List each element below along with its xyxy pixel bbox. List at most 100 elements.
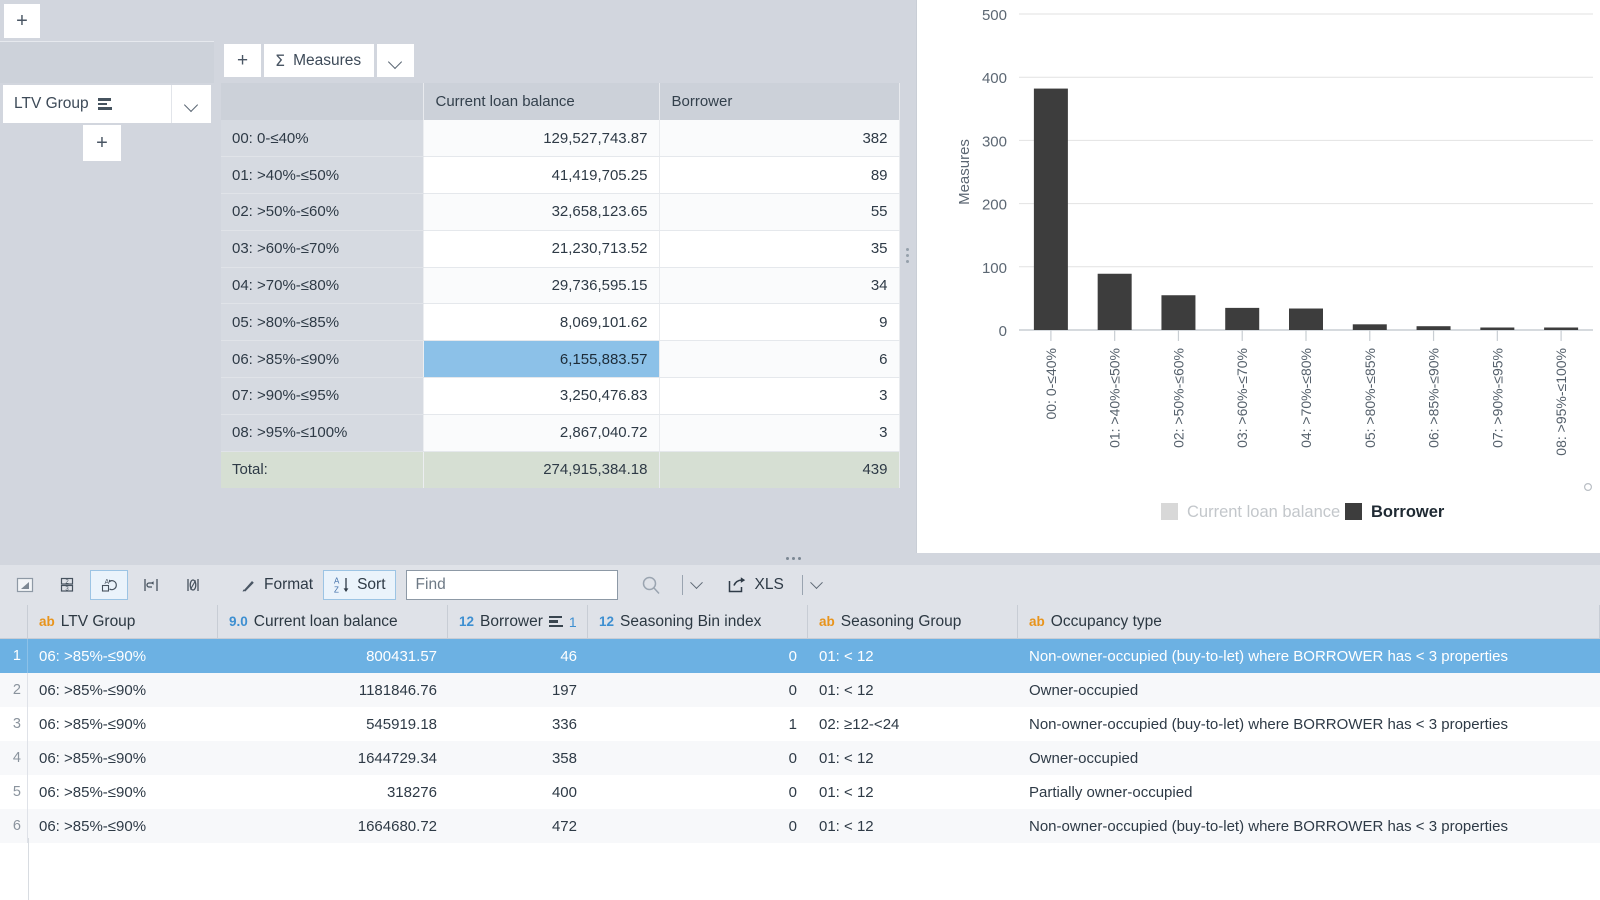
cell-ltv[interactable]: 06: >85%-≤90% — [28, 741, 218, 775]
add-measure-button[interactable]: + — [224, 44, 261, 77]
cell-balance[interactable]: 318276 — [218, 775, 448, 809]
pivot-cell-borrower[interactable]: 89 — [659, 156, 900, 195]
vertical-splitter[interactable] — [900, 0, 916, 553]
cell-occupancy[interactable]: Non-owner-occupied (buy-to-let) where BO… — [1018, 809, 1600, 843]
xls-export-button[interactable]: XLS — [717, 570, 794, 600]
chart-bar[interactable] — [1033, 88, 1068, 331]
measures-chevron-down-icon[interactable] — [377, 44, 415, 77]
replace-icon[interactable]: A — [90, 570, 128, 600]
pivot-row[interactable]: 05: >80%-≤85% 8,069,101.62 9 — [221, 303, 900, 342]
wrap-text-icon[interactable] — [132, 570, 170, 600]
cell-season_group[interactable]: 01: < 12 — [808, 775, 1018, 809]
table-row[interactable]: 5 06: >85%-≤90% 318276 400 0 01: < 12 Partiall… — [0, 775, 1600, 809]
grid-header-seasoning-bin-index[interactable]: 12 Seasoning Bin index — [588, 605, 808, 639]
row-number[interactable]: 6 — [0, 809, 28, 843]
row-number[interactable]: 4 — [0, 741, 28, 775]
cell-season_idx[interactable]: 0 — [588, 741, 808, 775]
pivot-cell-balance[interactable]: 41,419,705.25 — [423, 156, 660, 195]
grid-header-seasoning-group[interactable]: ab Seasoning Group — [808, 605, 1018, 639]
pivot-cell-balance[interactable]: 3,250,476.83 — [423, 377, 660, 415]
cell-season_group[interactable]: 01: < 12 — [808, 741, 1018, 775]
pivot-row-header[interactable]: 04: >70%-≤80% — [221, 267, 424, 305]
pivot-cell-borrower[interactable]: 35 — [659, 230, 900, 268]
cell-season_idx[interactable]: 0 — [588, 673, 808, 707]
cell-balance[interactable]: 800431.57 — [218, 639, 448, 673]
table-row[interactable]: 3 06: >85%-≤90% 545919.18 336 1 02: ≥12-<24 No… — [0, 707, 1600, 741]
pivot-row[interactable]: 02: >50%-≤60% 32,658,123.65 55 — [221, 193, 900, 231]
pivot-row[interactable]: 03: >60%-≤70% 21,230,713.52 35 — [221, 230, 900, 268]
pivot-row[interactable]: 00: 0-≤40% 129,527,743.87 382 — [221, 120, 900, 158]
row-number[interactable]: 3 — [0, 707, 28, 741]
row-number[interactable]: 2 — [0, 673, 28, 707]
grid-header-ltv-group[interactable]: ab LTV Group — [28, 605, 218, 639]
fraction-icon[interactable]: 23 — [48, 570, 86, 600]
cell-season_idx[interactable]: 0 — [588, 775, 808, 809]
pivot-cell-balance[interactable]: 6,155,883.57 — [423, 340, 660, 379]
chart-legend-label[interactable]: Borrower — [1371, 503, 1445, 521]
bar-chart[interactable]: 0 100 200 300 400 500 Measures 00: 0-≤40% 01: >4… — [917, 0, 1600, 553]
format-button[interactable]: Format — [230, 570, 323, 600]
cell-borrower[interactable]: 336 — [448, 707, 588, 741]
pivot-row-header[interactable]: 03: >60%-≤70% — [221, 230, 424, 268]
cell-occupancy[interactable]: Partially owner-occupied — [1018, 775, 1600, 809]
find-input[interactable] — [405, 570, 618, 600]
chart-bar[interactable] — [1352, 324, 1387, 330]
pivot-cell-borrower[interactable]: 9 — [659, 303, 900, 342]
cell-season_group[interactable]: 01: < 12 — [808, 809, 1018, 843]
cell-ltv[interactable]: 06: >85%-≤90% — [28, 809, 218, 843]
cell-occupancy[interactable]: Owner-occupied — [1018, 741, 1600, 775]
pivot-cell-borrower[interactable]: 3 — [659, 414, 900, 452]
chart-legend-label[interactable]: Current loan balance — [1187, 503, 1340, 521]
search-options-chevron-down-icon[interactable] — [691, 570, 703, 600]
cell-balance[interactable]: 545919.18 — [218, 707, 448, 741]
pivot-cell-borrower[interactable]: 382 — [659, 120, 900, 158]
add-dimension-button[interactable]: + — [4, 4, 40, 38]
grid-header-occupancy-type[interactable]: ab Occupancy type — [1018, 605, 1600, 639]
pivot-row[interactable]: 01: >40%-≤50% 41,419,705.25 89 — [221, 156, 900, 195]
cell-balance[interactable]: 1644729.34 — [218, 741, 448, 775]
chevron-down-icon[interactable] — [171, 85, 211, 123]
pivot-row-header[interactable]: 02: >50%-≤60% — [221, 193, 424, 231]
pivot-row-header[interactable]: 07: >90%-≤95% — [221, 377, 424, 415]
pivot-col-header-borrower[interactable]: Borrower — [659, 83, 900, 120]
pivot-row[interactable]: 07: >90%-≤95% 3,250,476.83 3 — [221, 377, 900, 415]
pivot-row[interactable]: 06: >85%-≤90% 6,155,883.57 6 — [221, 340, 900, 379]
pivot-cell-balance[interactable]: 21,230,713.52 — [423, 230, 660, 268]
pivot-row-header[interactable]: 06: >85%-≤90% — [221, 340, 424, 379]
chart-bar[interactable] — [1097, 273, 1132, 330]
pivot-cell-borrower[interactable]: 6 — [659, 340, 900, 379]
pivot-cell-balance[interactable]: 2,867,040.72 — [423, 414, 660, 452]
cell-occupancy[interactable]: Non-owner-occupied (buy-to-let) where BO… — [1018, 707, 1600, 741]
dimension-field-ltv-group[interactable]: LTV Group — [3, 85, 211, 123]
row-number[interactable]: 1 — [0, 639, 28, 673]
grid-header-borrower[interactable]: 12 Borrower 1 — [448, 605, 588, 639]
table-row[interactable]: 6 06: >85%-≤90% 1664680.72 472 0 01: < 12 Non-… — [0, 809, 1600, 843]
select-cell-icon[interactable] — [6, 570, 44, 600]
cell-ltv[interactable]: 06: >85%-≤90% — [28, 707, 218, 741]
pivot-cell-balance[interactable]: 32,658,123.65 — [423, 193, 660, 231]
cell-borrower[interactable]: 358 — [448, 741, 588, 775]
cell-borrower[interactable]: 472 — [448, 809, 588, 843]
cell-season_idx[interactable]: 0 — [588, 809, 808, 843]
chart-bar[interactable] — [1416, 326, 1451, 330]
chart-bar[interactable] — [1544, 327, 1579, 331]
horizontal-splitter[interactable] — [0, 553, 1600, 565]
pivot-row[interactable]: 04: >70%-≤80% 29,736,595.15 34 — [221, 267, 900, 305]
add-dimension-below-button[interactable]: + — [83, 125, 121, 161]
chart-bar[interactable] — [1225, 307, 1260, 330]
pivot-row-header[interactable]: 05: >80%-≤85% — [221, 303, 424, 342]
chart-bar[interactable] — [1289, 308, 1323, 330]
cell-season_group[interactable]: 01: < 12 — [808, 639, 1018, 673]
grid-header-current-loan-balance[interactable]: 9.0 Current loan balance — [218, 605, 448, 639]
cell-balance[interactable]: 1181846.76 — [218, 673, 448, 707]
table-row[interactable]: 1 06: >85%-≤90% 800431.57 46 0 01: < 12 Non-ow… — [0, 639, 1600, 673]
cell-ltv[interactable]: 06: >85%-≤90% — [28, 673, 218, 707]
chart-legend-swatch[interactable] — [1345, 503, 1362, 520]
chart-corner-handle[interactable] — [1583, 483, 1592, 492]
chart-bar[interactable] — [1161, 295, 1196, 330]
cell-occupancy[interactable]: Owner-occupied — [1018, 673, 1600, 707]
pivot-row-header[interactable]: 08: >95%-≤100% — [221, 414, 424, 452]
pivot-row-header[interactable]: 01: >40%-≤50% — [221, 156, 424, 195]
row-number[interactable]: 5 — [0, 775, 28, 809]
pivot-cell-borrower[interactable]: 34 — [659, 267, 900, 305]
